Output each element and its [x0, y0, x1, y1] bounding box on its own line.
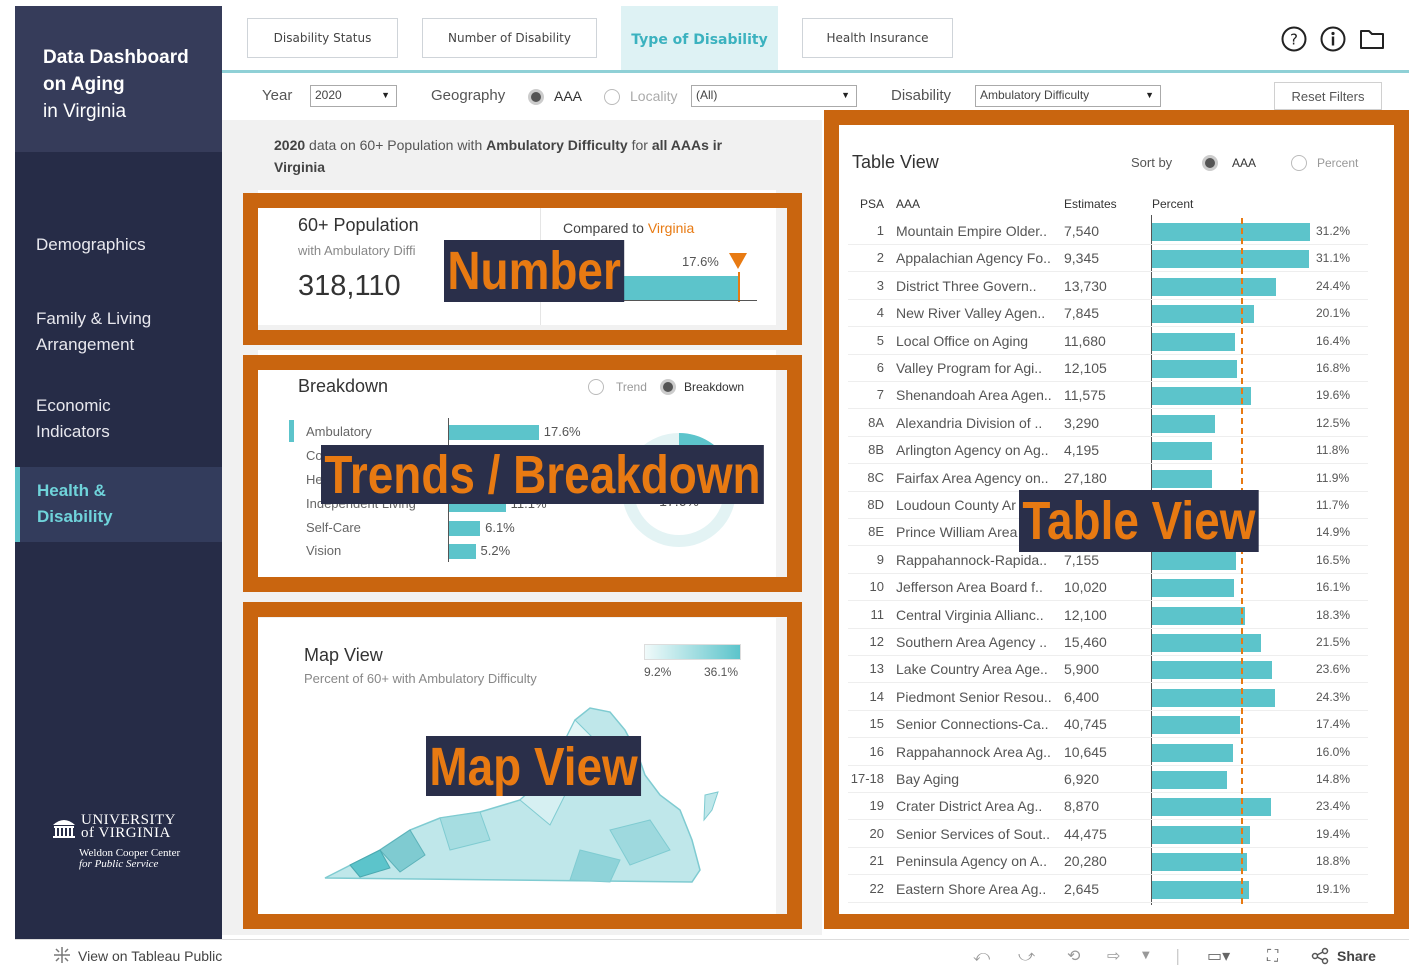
- reset-filters-button[interactable]: Reset Filters: [1274, 82, 1382, 110]
- sidebar-item-label: Health &: [37, 481, 106, 500]
- subtitle-scope: all AAAs ir: [651, 137, 723, 153]
- subtitle-year: 2020: [274, 137, 306, 153]
- year-label: Year: [262, 87, 293, 104]
- annotation-map-view: Map View: [426, 736, 642, 796]
- chevron-down-icon[interactable]: ▼: [1142, 950, 1150, 961]
- view-on-tableau-link[interactable]: View on Tableau Public: [78, 948, 222, 964]
- brand-line-3: in Virginia: [43, 101, 127, 122]
- info-icon[interactable]: [1319, 25, 1347, 53]
- logo-line-4: for Public Service: [79, 858, 159, 870]
- undo-icon[interactable]: ⤺: [973, 946, 990, 966]
- sidebar-item-label-2: Arrangement: [36, 335, 135, 354]
- tab-health-insurance[interactable]: Health Insurance: [802, 18, 953, 58]
- tab-type-of-disability[interactable]: Type of Disability: [621, 6, 778, 70]
- geography-label: Geography: [431, 87, 506, 104]
- sidebar-item-demographics[interactable]: Demographics: [15, 232, 222, 258]
- brand: Data Dashboard on Aging in Virginia: [15, 6, 222, 152]
- geo-radio-aaa[interactable]: [528, 89, 544, 105]
- subtitle-topic: Ambulatory Difficulty: [486, 137, 628, 153]
- annotation-table-view: Table View: [1019, 490, 1259, 552]
- brand-line-2: on Aging: [43, 74, 125, 95]
- tableau-footer: View on Tableau Public ⤺ ⤻ ⟲ ⇨ ▼ | ▭▾ ⛶ …: [15, 939, 1409, 967]
- sidebar-item-health-disability[interactable]: Health & Disability: [15, 467, 222, 542]
- subtitle-line-2: Virginia: [274, 159, 326, 175]
- geo-radio-locality-label: Locality: [630, 88, 678, 104]
- refresh-icon[interactable]: ⇨: [1107, 946, 1120, 965]
- tab-number-of-disability[interactable]: Number of Disability: [422, 18, 597, 58]
- sidebar-item-economic[interactable]: Economic Indicators: [15, 393, 222, 445]
- separator-icon: |: [1175, 946, 1181, 965]
- annotation-trends-breakdown: Trends / Breakdown: [321, 445, 764, 504]
- year-select[interactable]: 2020: [310, 85, 397, 107]
- sidebar-item-label-2: Disability: [37, 507, 113, 526]
- tab-disability-status[interactable]: Disability Status: [247, 18, 398, 58]
- brand-line-1: Data Dashboard: [43, 47, 189, 68]
- locality-select[interactable]: (All): [691, 85, 857, 107]
- sidebar-item-family-living[interactable]: Family & Living Arrangement: [15, 306, 222, 358]
- page-subtitle: 2020 data on 60+ Population with Ambulat…: [274, 134, 804, 178]
- folder-icon[interactable]: [1358, 25, 1386, 53]
- tableau-logo-icon: [54, 947, 70, 963]
- share-icon[interactable]: [1311, 947, 1329, 965]
- sidebar: Data Dashboard on Aging in Virginia Demo…: [15, 6, 222, 939]
- subtitle-mid: for: [627, 137, 652, 153]
- disability-select[interactable]: Ambulatory Difficulty: [975, 85, 1161, 107]
- svg-text:?: ?: [1290, 31, 1298, 49]
- download-icon[interactable]: ▭▾: [1207, 946, 1230, 965]
- uva-logo: UNIVERSITY of VIRGINIA Weldon Cooper Cen…: [51, 813, 191, 870]
- sidebar-item-label: Family & Living: [36, 309, 152, 328]
- geo-radio-locality[interactable]: [604, 89, 620, 105]
- fullscreen-icon[interactable]: ⛶: [1267, 946, 1278, 966]
- disability-label: Disability: [891, 87, 952, 104]
- subtitle-pre: data on 60+ Population with: [305, 137, 487, 153]
- help-icon[interactable]: ?: [1280, 25, 1308, 53]
- sidebar-item-label-2: Indicators: [36, 422, 110, 441]
- logo-line-2: of VIRGINIA: [81, 825, 171, 841]
- geo-radio-aaa-label: AAA: [554, 88, 583, 104]
- tab-underline: [222, 70, 1409, 73]
- annotation-number: Number: [444, 240, 625, 302]
- redo-icon[interactable]: ⤻: [1018, 946, 1035, 966]
- rotunda-icon: [53, 820, 75, 838]
- dashboard-app: Data Dashboard on Aging in Virginia Demo…: [0, 0, 1409, 967]
- sidebar-item-label: Demographics: [36, 235, 146, 254]
- share-button[interactable]: Share: [1337, 948, 1376, 964]
- revert-icon[interactable]: ⟲: [1067, 946, 1080, 965]
- sidebar-item-label: Economic: [36, 396, 111, 415]
